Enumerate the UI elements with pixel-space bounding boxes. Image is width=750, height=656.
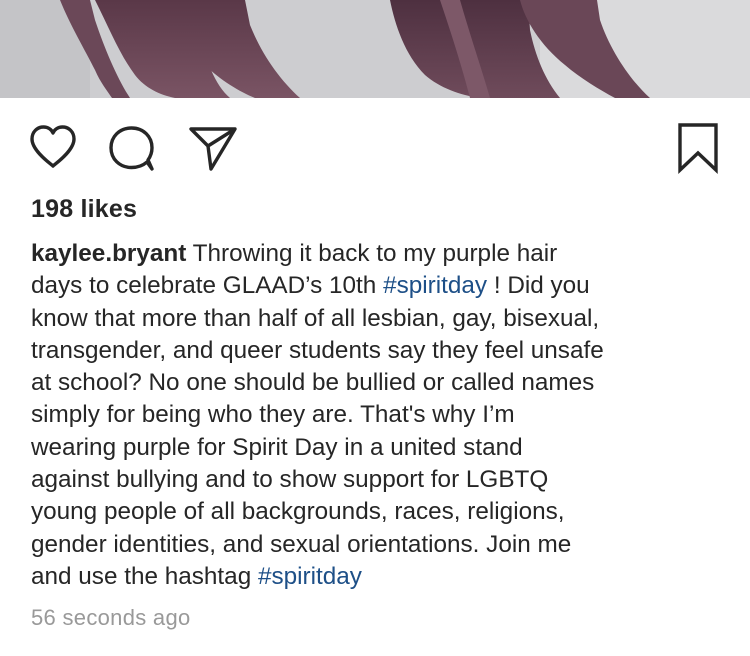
caption-text: Throwing it back to my purple hair (186, 240, 558, 267)
caption-text: gender identities, and sexual orientatio… (31, 530, 572, 558)
post-timestamp: 56 seconds ago (31, 605, 191, 630)
hashtag-link[interactable]: #spiritday (383, 272, 487, 299)
caption-text: and use the hashtag (31, 562, 258, 590)
action-bar (0, 118, 750, 174)
post-caption: kaylee.bryant Throwing it back to my pur… (31, 238, 731, 593)
comment-icon[interactable] (107, 124, 157, 172)
post-photo[interactable] (0, 0, 750, 98)
caption-line: wearing purple for Spirit Day in a unite… (31, 432, 731, 464)
caption-text: against bullying and to show support for… (31, 466, 549, 494)
caption-line: against bullying and to show support for… (31, 464, 731, 496)
send-icon[interactable] (187, 124, 239, 172)
caption-line: kaylee.bryant Throwing it back to my pur… (31, 238, 731, 270)
username-link[interactable]: kaylee.bryant (31, 240, 186, 267)
bookmark-icon[interactable] (675, 122, 721, 174)
caption-line: at school? No one should be bullied or c… (31, 367, 731, 399)
caption-text: simply for being who they are. That's wh… (31, 401, 515, 429)
heart-icon[interactable] (28, 124, 78, 170)
caption-text: know that more than half of all lesbian,… (31, 304, 600, 332)
caption-text: ! Did you (487, 272, 590, 300)
caption-text: at school? No one should be bullied or c… (31, 369, 595, 397)
caption-line: know that more than half of all lesbian,… (31, 303, 731, 335)
caption-line: transgender, and queer students say they… (31, 335, 731, 367)
caption-text: days to celebrate GLAAD’s 10th (31, 272, 384, 300)
caption-text: young people of all backgrounds, races, … (31, 498, 565, 526)
hashtag-link[interactable]: #spiritday (258, 563, 362, 590)
caption-text: transgender, and queer students say they… (31, 336, 604, 364)
caption-line: and use the hashtag #spiritday (31, 561, 731, 593)
caption-line: days to celebrate GLAAD’s 10th #spiritda… (31, 270, 731, 302)
like-count[interactable]: 198 likes (31, 195, 137, 224)
caption-text: wearing purple for Spirit Day in a unite… (31, 433, 523, 461)
caption-line: gender identities, and sexual orientatio… (31, 529, 731, 561)
caption-line: young people of all backgrounds, races, … (31, 496, 731, 528)
caption-line: simply for being who they are. That's wh… (31, 399, 731, 431)
